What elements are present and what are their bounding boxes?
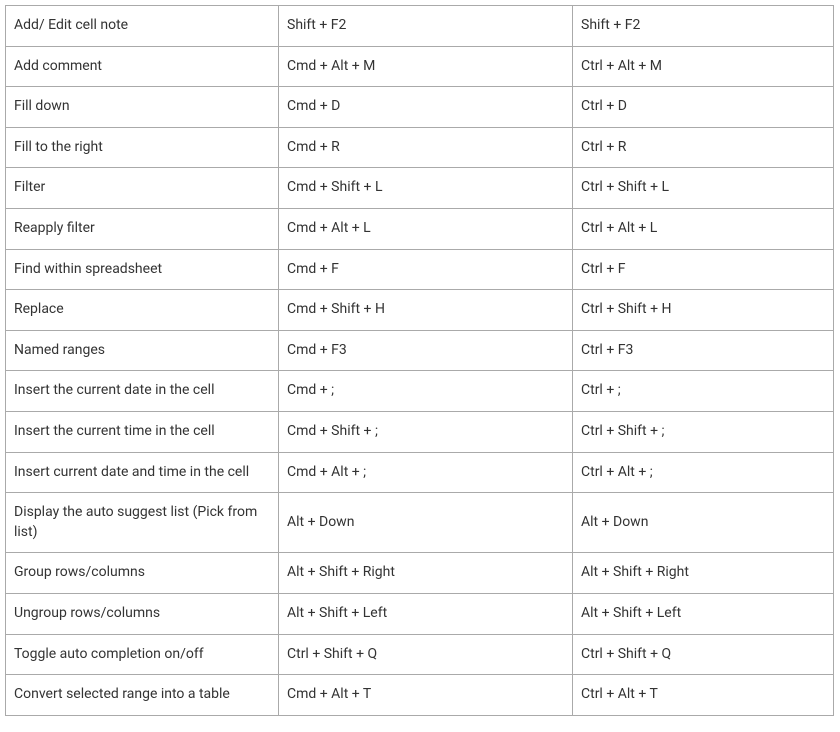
win-shortcut-cell: Ctrl + Alt + L	[573, 208, 834, 249]
table-row: Insert the current time in the cellCmd +…	[6, 411, 834, 452]
mac-shortcut-cell: Cmd + D	[279, 87, 573, 128]
win-shortcut-cell: Alt + Down	[573, 493, 834, 553]
table-row: Add/ Edit cell noteShift + F2Shift + F2	[6, 6, 834, 47]
table-row: FilterCmd + Shift + LCtrl + Shift + L	[6, 168, 834, 209]
mac-shortcut-cell: Cmd + Shift + L	[279, 168, 573, 209]
shortcuts-table: Add/ Edit cell noteShift + F2Shift + F2A…	[5, 5, 834, 716]
table-row: Insert the current date in the cellCmd +…	[6, 371, 834, 412]
table-row: Convert selected range into a tableCmd +…	[6, 675, 834, 716]
mac-shortcut-cell: Alt + Shift + Left	[279, 593, 573, 634]
table-row: Fill downCmd + DCtrl + D	[6, 87, 834, 128]
action-cell: Fill to the right	[6, 127, 279, 168]
win-shortcut-cell: Ctrl + Alt + ;	[573, 452, 834, 493]
mac-shortcut-cell: Shift + F2	[279, 6, 573, 47]
table-row: Toggle auto completion on/offCtrl + Shif…	[6, 634, 834, 675]
mac-shortcut-cell: Cmd + ;	[279, 371, 573, 412]
action-cell: Insert the current date in the cell	[6, 371, 279, 412]
action-cell: Add comment	[6, 46, 279, 87]
action-cell: Ungroup rows/columns	[6, 593, 279, 634]
win-shortcut-cell: Ctrl + ;	[573, 371, 834, 412]
action-cell: Group rows/columns	[6, 553, 279, 594]
mac-shortcut-cell: Cmd + Alt + ;	[279, 452, 573, 493]
mac-shortcut-cell: Cmd + Shift + H	[279, 290, 573, 331]
win-shortcut-cell: Ctrl + Alt + T	[573, 675, 834, 716]
table-row: Add commentCmd + Alt + MCtrl + Alt + M	[6, 46, 834, 87]
win-shortcut-cell: Ctrl + Shift + L	[573, 168, 834, 209]
win-shortcut-cell: Ctrl + Alt + M	[573, 46, 834, 87]
win-shortcut-cell: Ctrl + Shift + H	[573, 290, 834, 331]
mac-shortcut-cell: Alt + Shift + Right	[279, 553, 573, 594]
win-shortcut-cell: Ctrl + D	[573, 87, 834, 128]
action-cell: Reapply filter	[6, 208, 279, 249]
mac-shortcut-cell: Alt + Down	[279, 493, 573, 553]
action-cell: Add/ Edit cell note	[6, 6, 279, 47]
table-row: Group rows/columnsAlt + Shift + RightAlt…	[6, 553, 834, 594]
win-shortcut-cell: Ctrl + Shift + ;	[573, 411, 834, 452]
action-cell: Insert the current time in the cell	[6, 411, 279, 452]
win-shortcut-cell: Ctrl + F3	[573, 330, 834, 371]
action-cell: Insert current date and time in the cell	[6, 452, 279, 493]
mac-shortcut-cell: Cmd + F3	[279, 330, 573, 371]
mac-shortcut-cell: Cmd + Alt + M	[279, 46, 573, 87]
action-cell: Display the auto suggest list (Pick from…	[6, 493, 279, 553]
win-shortcut-cell: Alt + Shift + Right	[573, 553, 834, 594]
table-row: Fill to the rightCmd + RCtrl + R	[6, 127, 834, 168]
mac-shortcut-cell: Cmd + Alt + T	[279, 675, 573, 716]
table-row: Find within spreadsheetCmd + FCtrl + F	[6, 249, 834, 290]
action-cell: Fill down	[6, 87, 279, 128]
mac-shortcut-cell: Cmd + Alt + L	[279, 208, 573, 249]
win-shortcut-cell: Ctrl + F	[573, 249, 834, 290]
mac-shortcut-cell: Cmd + Shift + ;	[279, 411, 573, 452]
table-row: Ungroup rows/columnsAlt + Shift + LeftAl…	[6, 593, 834, 634]
shortcuts-table-body: Add/ Edit cell noteShift + F2Shift + F2A…	[6, 6, 834, 716]
mac-shortcut-cell: Ctrl + Shift + Q	[279, 634, 573, 675]
action-cell: Replace	[6, 290, 279, 331]
table-row: ReplaceCmd + Shift + HCtrl + Shift + H	[6, 290, 834, 331]
table-row: Reapply filterCmd + Alt + LCtrl + Alt + …	[6, 208, 834, 249]
win-shortcut-cell: Alt + Shift + Left	[573, 593, 834, 634]
win-shortcut-cell: Shift + F2	[573, 6, 834, 47]
win-shortcut-cell: Ctrl + R	[573, 127, 834, 168]
action-cell: Convert selected range into a table	[6, 675, 279, 716]
mac-shortcut-cell: Cmd + R	[279, 127, 573, 168]
action-cell: Toggle auto completion on/off	[6, 634, 279, 675]
table-row: Named rangesCmd + F3Ctrl + F3	[6, 330, 834, 371]
mac-shortcut-cell: Cmd + F	[279, 249, 573, 290]
table-row: Display the auto suggest list (Pick from…	[6, 493, 834, 553]
action-cell: Filter	[6, 168, 279, 209]
win-shortcut-cell: Ctrl + Shift + Q	[573, 634, 834, 675]
action-cell: Find within spreadsheet	[6, 249, 279, 290]
table-row: Insert current date and time in the cell…	[6, 452, 834, 493]
action-cell: Named ranges	[6, 330, 279, 371]
